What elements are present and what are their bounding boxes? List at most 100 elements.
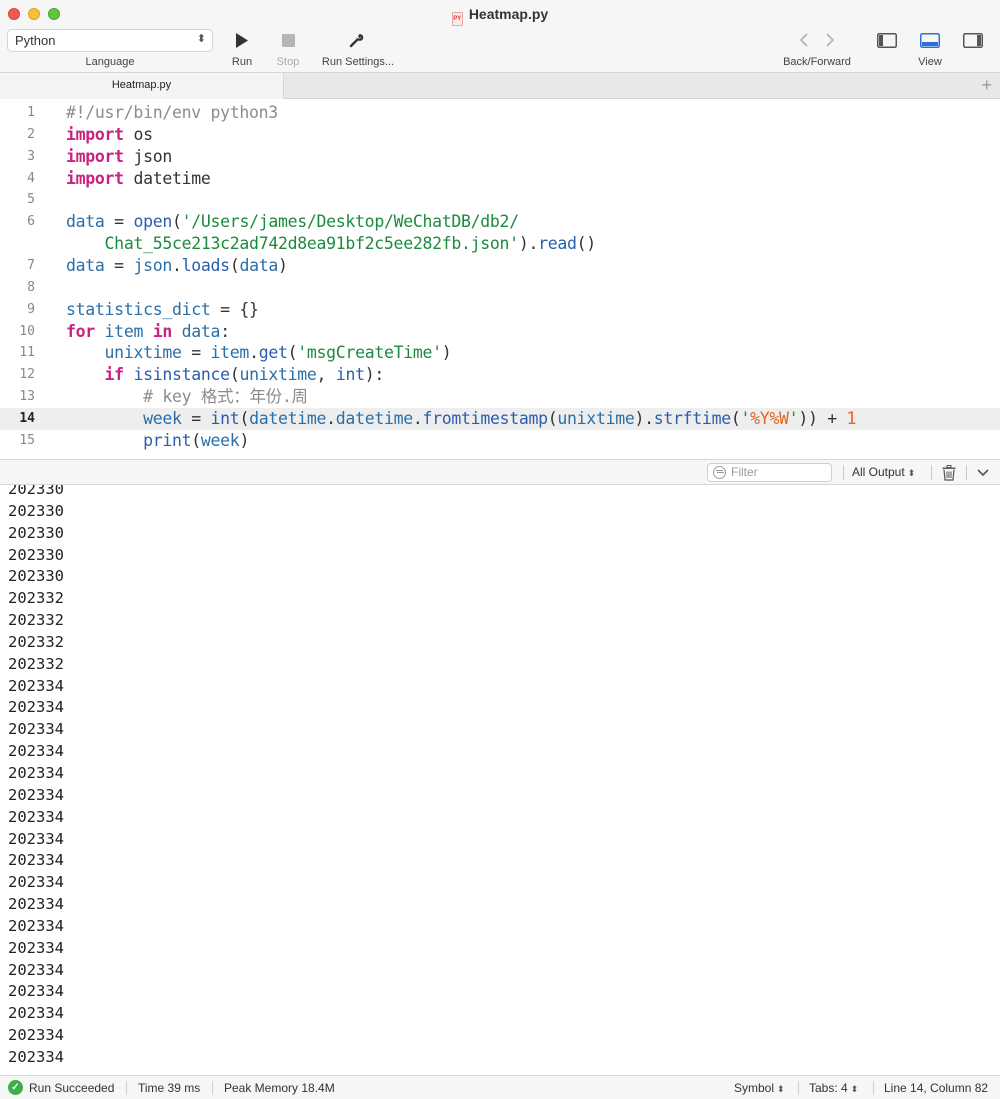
toggle-navigator-button[interactable] (874, 29, 900, 51)
code-text: statistics_dict = {} (66, 299, 259, 321)
code-line[interactable]: 12 if isinstance(unixtime, int): (0, 364, 1000, 386)
code-token: for (66, 321, 95, 341)
code-line[interactable]: 13 # key 格式：年份.周 (0, 386, 1000, 408)
code-token: item (104, 321, 144, 341)
output-line: 202330 (8, 545, 64, 564)
code-line[interactable]: 10 for item in data: (0, 321, 1000, 343)
back-forward-label: Back/Forward (783, 56, 851, 68)
toggle-debug-area-button[interactable] (917, 29, 943, 51)
output-line: 202334 (8, 676, 64, 695)
code-token: ( (191, 430, 201, 450)
divider (798, 1081, 799, 1095)
code-token: import (66, 168, 124, 188)
output-line: 202334 (8, 960, 64, 979)
code-line[interactable]: 6 data = open('/Users/james/Desktop/WeCha… (0, 211, 1000, 233)
code-token: , (316, 365, 336, 385)
line-number: 5 (27, 192, 35, 208)
python-file-icon: PY (451, 12, 463, 26)
code-text: print(week) (66, 430, 249, 452)
divider (126, 1081, 127, 1095)
code-text: for item in data: (66, 321, 230, 343)
run-time: Time 39 ms (138, 1081, 201, 1095)
code-line[interactable]: 14 week = int(datetime.datetime.fromtime… (0, 407, 1000, 430)
cursor-position[interactable]: Line 14, Column 82 (884, 1081, 988, 1095)
clear-output-button[interactable] (940, 464, 958, 482)
wrench-icon (349, 34, 364, 48)
line-number: 12 (19, 367, 35, 383)
code-token: 'msgCreateTime' (297, 343, 442, 363)
code-text: data = open('/Users/james/Desktop/WeChat… (66, 211, 519, 233)
divider (966, 465, 967, 480)
code-line[interactable]: 8 (0, 277, 1000, 299)
code-token: = (181, 408, 211, 428)
output-line: 202334 (8, 1026, 64, 1045)
output-mode-select[interactable]: All Output ⬍ (852, 465, 915, 479)
code-token: get (258, 343, 288, 363)
code-editor[interactable]: 1 #!/usr/bin/env python3 2 import os 3 import… (0, 99, 1000, 459)
run-settings-button[interactable] (344, 30, 368, 50)
window-title-text: Heatmap.py (468, 6, 549, 22)
run-button[interactable] (230, 30, 254, 50)
code-line[interactable]: 5 (0, 189, 1000, 211)
tab-heatmap-py[interactable]: Heatmap.py (0, 73, 284, 99)
back-button[interactable] (794, 30, 814, 50)
console-output[interactable]: 202330 202330 202330 202330 202330 202332 2023… (0, 485, 1000, 1075)
code-token: : (220, 321, 230, 341)
code-line[interactable]: 4 import datetime (0, 168, 1000, 190)
output-filter-input[interactable]: Filter (707, 463, 832, 482)
code-line[interactable]: 3 import json (0, 146, 1000, 168)
code-line[interactable]: 9 statistics_dict = {} (0, 299, 1000, 321)
output-line: 202334 (8, 916, 64, 935)
chevron-down-icon (977, 469, 989, 477)
line-number: 13 (19, 389, 35, 405)
toggle-inspector-button[interactable] (960, 29, 986, 51)
run-settings-label: Run Settings... (321, 56, 395, 68)
code-token: week (143, 408, 182, 428)
code-token: data (66, 255, 105, 275)
code-token: datetime (249, 408, 327, 428)
code-line[interactable]: 1 #!/usr/bin/env python3 (0, 102, 1000, 124)
code-token: read (538, 234, 577, 254)
stop-button[interactable] (276, 30, 300, 50)
code-token: . (172, 255, 182, 275)
code-line[interactable]: 2 import os (0, 124, 1000, 146)
divider (212, 1081, 213, 1095)
code-line[interactable]: 7 data = json.loads(data) (0, 255, 1000, 277)
code-token: #!/usr/bin/env python3 (66, 103, 278, 122)
code-token: unixtime (557, 408, 635, 428)
collapse-output-button[interactable] (974, 464, 992, 482)
code-token: ) (239, 430, 250, 450)
forward-button[interactable] (820, 30, 840, 50)
code-token: ( (172, 212, 182, 232)
code-line[interactable]: Chat_55ce213c2ad742d8ea91bf2c5ee282fb.js… (0, 233, 1000, 255)
language-label: Language (85, 56, 135, 68)
divider (873, 1081, 874, 1095)
new-tab-plus-icon[interactable]: + (981, 74, 992, 96)
code-token: data (181, 321, 221, 341)
code-line[interactable]: 11 unixtime = item.get('msgCreateTime') (0, 342, 1000, 364)
symbol-select[interactable]: Symbol ⬍ (734, 1081, 785, 1095)
code-line[interactable]: 15 print(week) (0, 430, 1000, 452)
code-token: json (133, 255, 172, 275)
output-line: 202332 (8, 589, 64, 608)
code-token: %Y%W (750, 408, 789, 428)
code-token: # key 格式：年份.周 (143, 387, 308, 407)
line-number: 10 (19, 323, 35, 339)
code-token: ( (239, 408, 250, 428)
code-token: )) + (798, 408, 847, 428)
code-token: . (326, 408, 336, 428)
code-token: item (210, 343, 250, 363)
window-title: PY Heatmap.py (0, 6, 1000, 26)
tabs-select[interactable]: Tabs: 4 ⬍ (809, 1081, 858, 1095)
code-token: = (104, 212, 134, 232)
code-token: data (66, 212, 105, 232)
code-token: '/Users/james/Desktop/WeChatDB/db2/ (181, 212, 519, 232)
language-select[interactable]: Python ⬍ (7, 29, 213, 52)
output-line: 202334 (8, 851, 64, 870)
code-token: ) (441, 343, 452, 363)
language-select-value: Python (15, 33, 56, 48)
code-text: week = int(datetime.datetime.fromtimesta… (66, 408, 856, 430)
